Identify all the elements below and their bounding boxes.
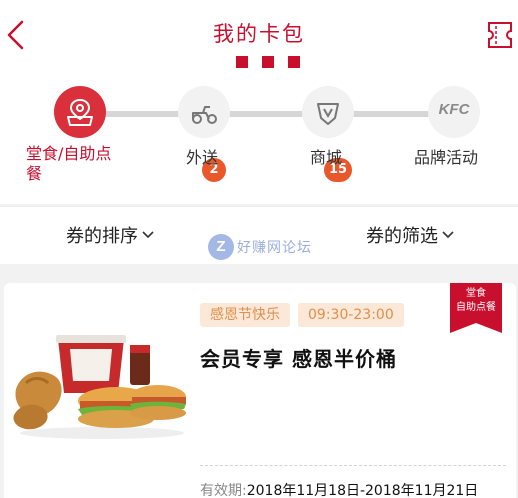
- tab-dine-in[interactable]: [54, 86, 106, 138]
- tab-dine-in-label: 堂食/自助点 餐: [26, 144, 112, 183]
- tab-delivery[interactable]: [178, 86, 230, 138]
- header: 我的卡包: [0, 0, 518, 70]
- promo-tag: 感恩节快乐: [200, 303, 290, 327]
- kfc-logo-icon: KFC: [438, 101, 470, 118]
- ticket-icon: [488, 22, 512, 48]
- ribbon-line-1: 堂食: [466, 288, 486, 299]
- watermark-logo-icon: Z: [208, 234, 234, 260]
- validity-value: 2018年11月18日-2018年11月21日: [246, 483, 479, 498]
- card-divider: [200, 465, 506, 466]
- tab-brand-events[interactable]: KFC: [428, 86, 480, 138]
- sort-dropdown[interactable]: 券的排序: [66, 225, 154, 249]
- tab-connector: [98, 111, 182, 117]
- validity-period: 有效期:2018年11月18日-2018年11月21日: [200, 480, 478, 498]
- chevron-down-icon: [442, 231, 454, 239]
- coupon-entry-button[interactable]: [486, 20, 514, 50]
- coupon-card[interactable]: 感恩节快乐 09:30-23:00 会员专享 感恩半价桶 堂食 自助点餐 有效期…: [4, 283, 516, 498]
- tab-connector: [346, 111, 430, 117]
- food-bucket-image: [13, 335, 186, 439]
- page-title: 我的卡包: [213, 22, 305, 46]
- validity-label: 有效期:: [200, 483, 247, 498]
- ribbon-line-2: 自助点餐: [456, 302, 496, 313]
- dine-in-icon: [67, 98, 93, 126]
- filter-dropdown[interactable]: 券的筛选: [366, 225, 454, 249]
- tab-delivery-label: 外送: [186, 148, 219, 167]
- tab-shop-label: 商城: [310, 148, 343, 167]
- chevron-down-icon: [142, 231, 154, 239]
- shop-icon: [317, 103, 339, 125]
- watermark: Z 好赚网论坛: [208, 232, 312, 262]
- time-window-tag: 09:30-23:00: [298, 303, 404, 327]
- delivery-scooter-icon: [192, 106, 217, 124]
- sort-label: 券的排序: [66, 226, 138, 247]
- filter-label: 券的筛选: [366, 226, 438, 247]
- ribbon-label: 堂食 自助点餐: [450, 287, 502, 315]
- category-tabs: 堂食/自助点 餐 2 外送 15 商城 KFC 品牌活动: [0, 70, 518, 204]
- tab-shop[interactable]: [302, 86, 354, 138]
- coupon-title: 会员专享 感恩半价桶: [200, 347, 397, 371]
- dine-in-ribbon: 堂食 自助点餐: [450, 283, 502, 333]
- title-decoration: [236, 56, 300, 68]
- tab-connector: [222, 111, 306, 117]
- tab-brand-events-label: 品牌活动: [414, 148, 479, 167]
- watermark-text: 好赚网论坛: [237, 240, 312, 256]
